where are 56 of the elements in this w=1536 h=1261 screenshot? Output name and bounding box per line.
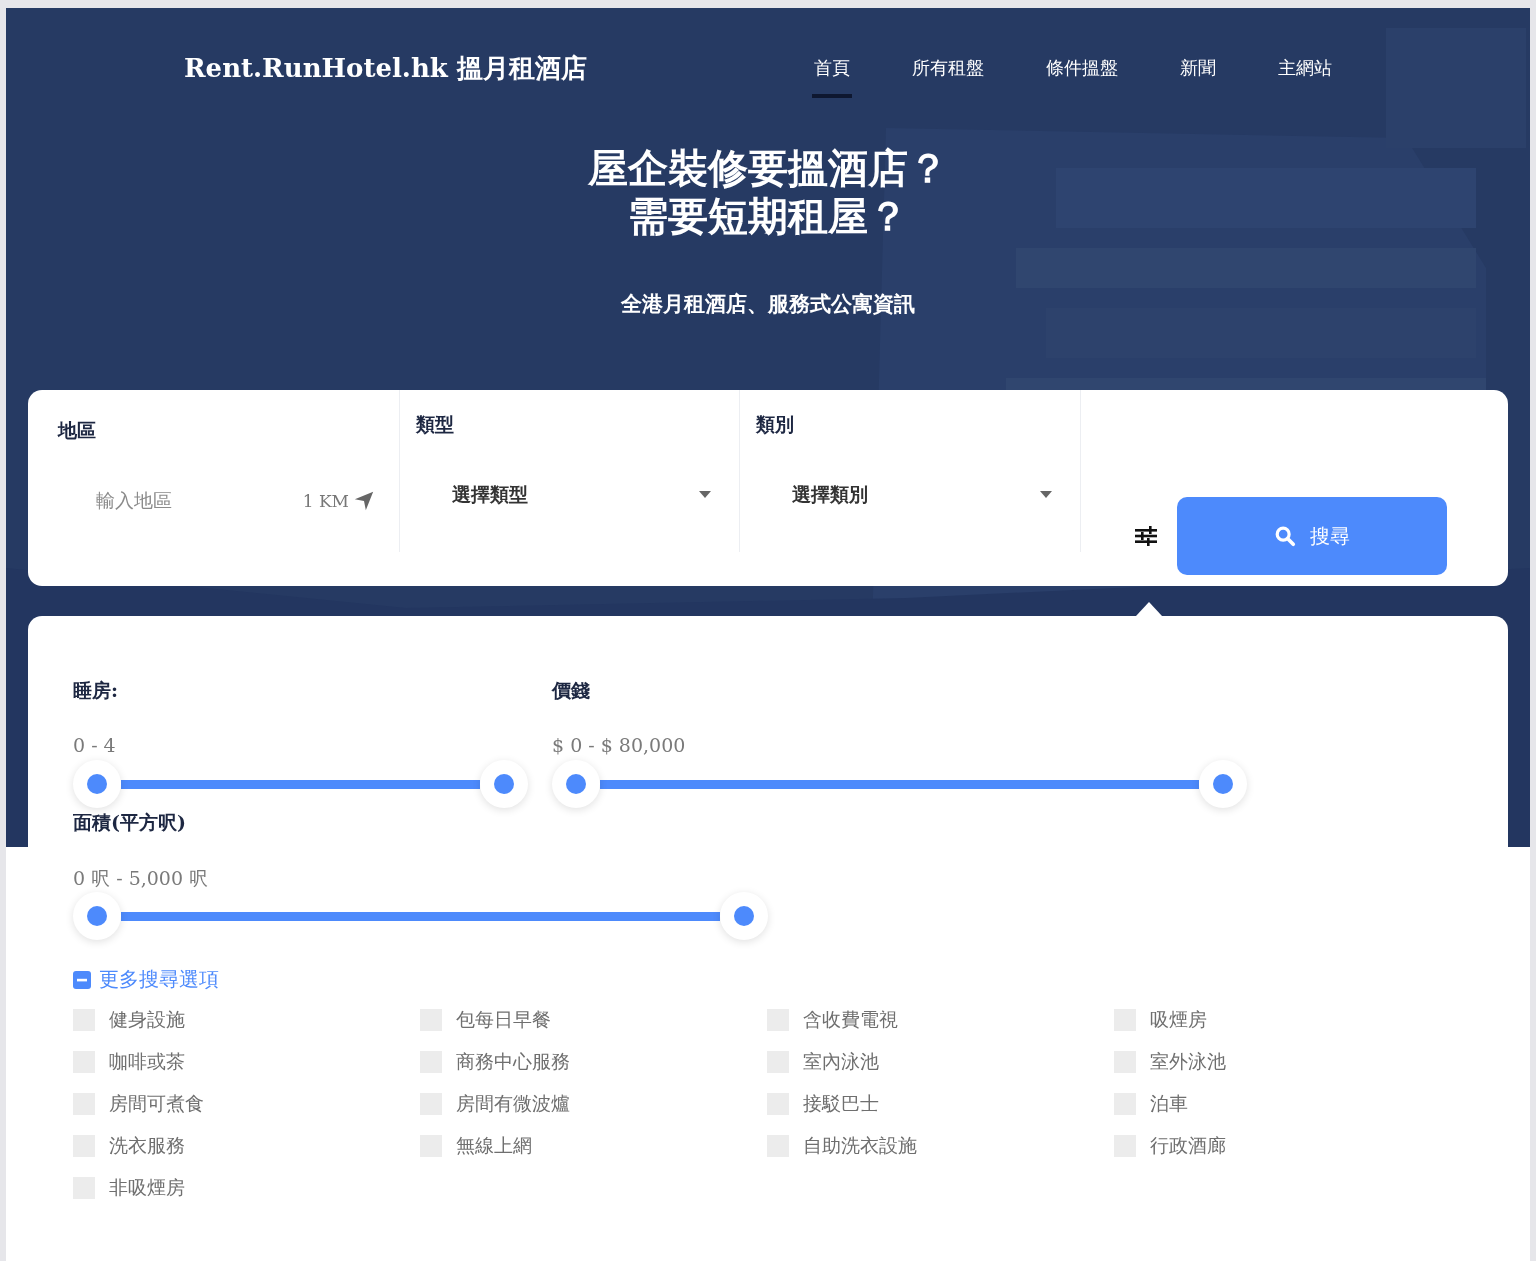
amenity-checkbox[interactable]: 含收費電視 [767, 1007, 1114, 1033]
amenity-checkbox[interactable]: 非吸煙房 [73, 1175, 420, 1201]
slider-thumb[interactable] [73, 760, 121, 808]
range-reading: $ 0 - $ 80,000 [552, 734, 687, 758]
amenity-checkbox[interactable]: 泊車 [1114, 1091, 1461, 1117]
amenity-checkbox[interactable]: 健身設施 [73, 1007, 420, 1033]
amenity-checkbox[interactable]: 洗衣服務 [73, 1133, 420, 1159]
field-label: 地區 [58, 418, 97, 443]
district-field[interactable]: 輸入地區 [96, 488, 172, 514]
slider-label: 睡房: [73, 678, 119, 703]
filter-sliders-icon[interactable] [1135, 526, 1157, 546]
slider-thumb[interactable] [73, 892, 121, 940]
slider-thumb[interactable] [720, 892, 768, 940]
site-logo[interactable]: Rent.RunHotel.hk 搵月租酒店 [184, 50, 587, 96]
slider-thumb[interactable] [1199, 760, 1247, 808]
amenity-checkbox[interactable]: 室內泳池 [767, 1049, 1114, 1075]
nav-link[interactable]: 首頁 [812, 48, 852, 98]
more-options-toggle[interactable]: 更多搜尋選項 [73, 966, 1508, 993]
slider-track[interactable] [121, 912, 720, 921]
slider-label: 價錢 [552, 678, 591, 703]
amenity-checkbox[interactable]: 房間有微波爐 [420, 1091, 767, 1117]
nav-link[interactable]: 新聞 [1178, 48, 1218, 98]
nav-link[interactable]: 條件搵盤 [1044, 48, 1120, 98]
slider-track[interactable] [600, 780, 1199, 789]
amenity-checkbox[interactable]: 包每日早餐 [420, 1007, 767, 1033]
range-reading: 0 呎 - 5,000 呎 [73, 866, 210, 890]
search-icon [1274, 525, 1296, 547]
slider-thumb[interactable] [552, 760, 600, 808]
amenity-checkbox[interactable]: 行政酒廊 [1114, 1133, 1461, 1159]
search-button[interactable]: 搜尋 [1177, 497, 1447, 575]
field-label: 類型 [416, 412, 455, 437]
amenity-checkbox[interactable]: 自助洗衣設施 [767, 1133, 1114, 1159]
location-arrow-icon[interactable] [353, 490, 375, 512]
nav-link[interactable]: 所有租盤 [910, 48, 986, 98]
amenity-checkbox[interactable]: 吸煙房 [1114, 1007, 1461, 1033]
amenity-checkbox[interactable]: 室外泳池 [1114, 1049, 1461, 1075]
hero-title: 屋企裝修要搵酒店？ [587, 144, 949, 192]
category-dropdown[interactable]: 選擇類別 [756, 482, 1080, 508]
slider-track[interactable] [121, 780, 480, 789]
minus-square-icon [73, 970, 91, 989]
type-dropdown[interactable]: 選擇類型 [416, 482, 739, 508]
amenity-checkbox[interactable]: 房間可煮食 [73, 1091, 420, 1117]
amenity-checkbox[interactable]: 咖啡或茶 [73, 1049, 420, 1075]
field-label: 類別 [756, 412, 795, 437]
amenity-checkbox[interactable]: 無線上網 [420, 1133, 767, 1159]
range-reading: 0 - 4 [73, 734, 117, 758]
hero-title: 需要短期租屋？ [627, 192, 909, 240]
slider-label: 面積(平方呎) [73, 810, 187, 835]
slider-thumb[interactable] [480, 760, 528, 808]
hero-subtitle: 全港月租酒店、服務式公寓資訊 [620, 290, 916, 318]
amenity-checkbox[interactable]: 接駁巴士 [767, 1091, 1114, 1117]
radius-label: 1 KM [302, 491, 349, 511]
nav-link[interactable]: 主網站 [1276, 48, 1334, 98]
caret-icon [1040, 491, 1052, 499]
caret-icon [699, 491, 711, 499]
amenity-checkbox[interactable]: 商務中心服務 [420, 1049, 767, 1075]
